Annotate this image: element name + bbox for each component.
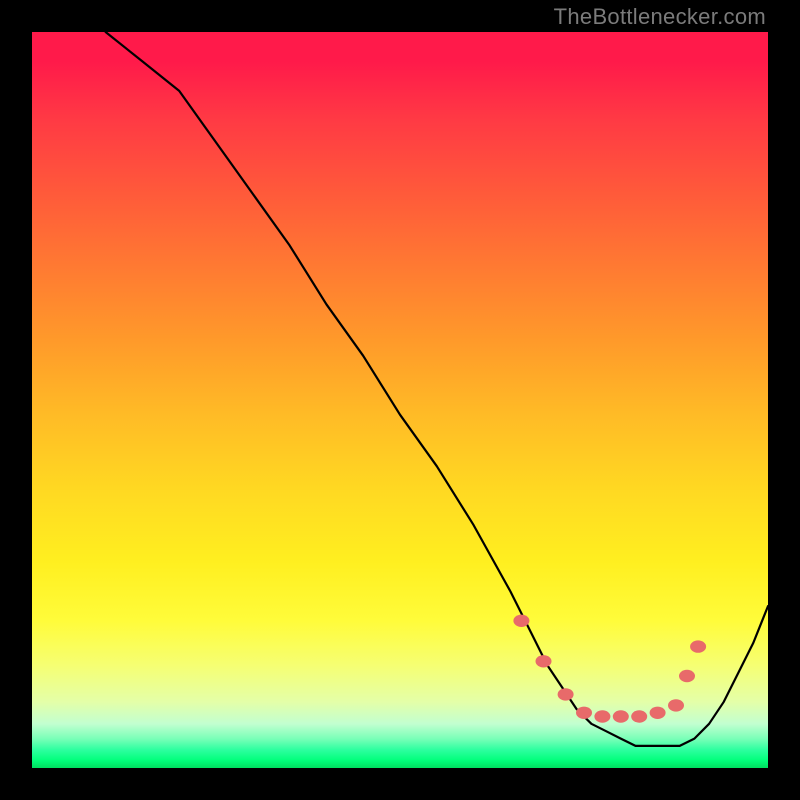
- curve-marker: [631, 710, 647, 722]
- curve-marker: [690, 640, 706, 652]
- curve-marker: [513, 615, 529, 627]
- curve-marker: [679, 670, 695, 682]
- bottleneck-curve-path: [106, 32, 768, 746]
- chart-frame: TheBottlenecker.com: [0, 0, 800, 800]
- curve-marker: [650, 707, 666, 719]
- curve-markers: [513, 615, 706, 723]
- plot-area: [32, 32, 768, 768]
- curve-marker: [594, 710, 610, 722]
- curve-layer: [32, 32, 768, 768]
- curve-marker: [668, 699, 684, 711]
- watermark-text: TheBottlenecker.com: [554, 4, 766, 30]
- curve-marker: [558, 688, 574, 700]
- bottleneck-curve: [106, 32, 768, 746]
- curve-marker: [536, 655, 552, 667]
- curve-marker: [576, 707, 592, 719]
- curve-marker: [613, 710, 629, 722]
